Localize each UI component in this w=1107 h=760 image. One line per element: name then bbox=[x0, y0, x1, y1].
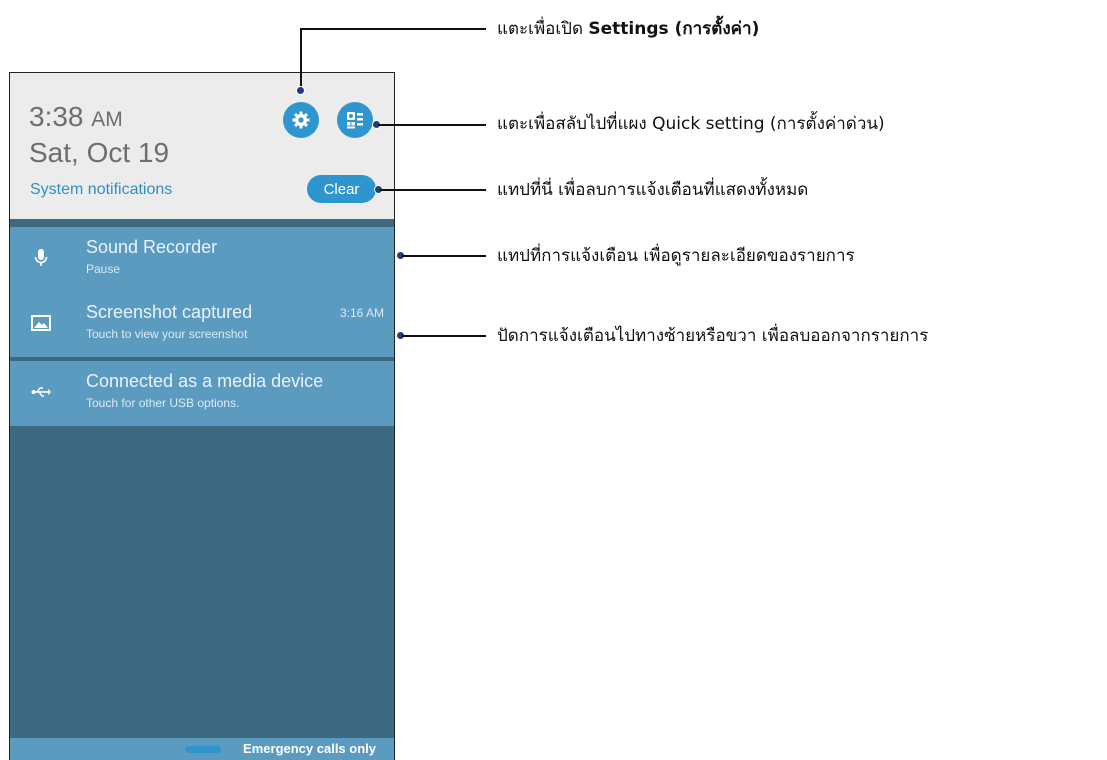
status-indicator bbox=[185, 746, 221, 753]
settings-callout-dot bbox=[296, 86, 305, 95]
gear-icon bbox=[292, 111, 310, 129]
status-text: Emergency calls only bbox=[243, 741, 376, 756]
notification-title: Connected as a media device bbox=[86, 371, 324, 391]
notification-sound-recorder[interactable]: Sound Recorder Pause bbox=[10, 227, 394, 292]
microphone-icon bbox=[30, 247, 52, 269]
notification-screenshot[interactable]: Screenshot captured Touch to view your s… bbox=[10, 292, 394, 357]
quick-settings-icon bbox=[347, 112, 363, 129]
shade-header: 3:38 AM Sat, Oct 19 System notifications bbox=[10, 73, 394, 219]
system-notifications-link[interactable]: System notifications bbox=[30, 179, 172, 201]
quick-settings-button[interactable] bbox=[337, 102, 373, 138]
notification-shade: 3:38 AM Sat, Oct 19 System notifications bbox=[9, 72, 395, 760]
clear-callout-line bbox=[380, 189, 486, 191]
quick-callout-line bbox=[378, 124, 486, 126]
settings-callout-bold: Settings (การตั้งค่า) bbox=[588, 19, 760, 39]
image-icon bbox=[30, 312, 52, 334]
notification-title: Screenshot captured bbox=[86, 302, 253, 322]
notification-title: Sound Recorder bbox=[86, 237, 218, 257]
tap-callout-line bbox=[402, 255, 486, 257]
notification-subtitle: Pause bbox=[86, 262, 121, 276]
usb-icon bbox=[30, 381, 52, 403]
quick-callout-text: แตะเพื่อสลับไปที่แผง Quick setting (การต… bbox=[497, 114, 885, 134]
settings-callout-line-horizontal bbox=[300, 28, 486, 30]
swipe-callout-line bbox=[402, 335, 486, 337]
notification-subtitle: Touch to view your screenshot bbox=[86, 327, 248, 341]
clear-callout-text: แทปที่นี่ เพื่อลบการแจ้งเตือนที่แสดงทั้ง… bbox=[497, 180, 809, 200]
swipe-callout-text: ปัดการแจ้งเตือนไปทางซ้ายหรือขวา เพื่อลบอ… bbox=[497, 326, 929, 346]
notification-time: 3:16 AM bbox=[339, 306, 384, 320]
settings-callout-line-vertical bbox=[300, 28, 302, 90]
clock-ampm: AM bbox=[91, 108, 123, 131]
clear-all-button[interactable]: Clear bbox=[307, 175, 376, 203]
settings-callout-prefix: แตะเพื่อเปิด bbox=[497, 19, 589, 39]
date-label: Sat, Oct 19 bbox=[29, 137, 170, 168]
tap-callout-text: แทปที่การแจ้งเตือน เพื่อดูรายละเอียดของร… bbox=[497, 246, 855, 266]
clock: 3:38 AM bbox=[29, 101, 123, 136]
settings-button[interactable] bbox=[283, 102, 319, 138]
status-bar: Emergency calls only bbox=[10, 738, 394, 760]
notification-usb[interactable]: Connected as a media device Touch for ot… bbox=[10, 361, 394, 426]
notification-subtitle: Touch for other USB options. bbox=[86, 396, 240, 410]
clock-time: 3:38 bbox=[29, 101, 84, 132]
settings-callout-text: แตะเพื่อเปิด Settings (การตั้งค่า) bbox=[497, 18, 759, 40]
